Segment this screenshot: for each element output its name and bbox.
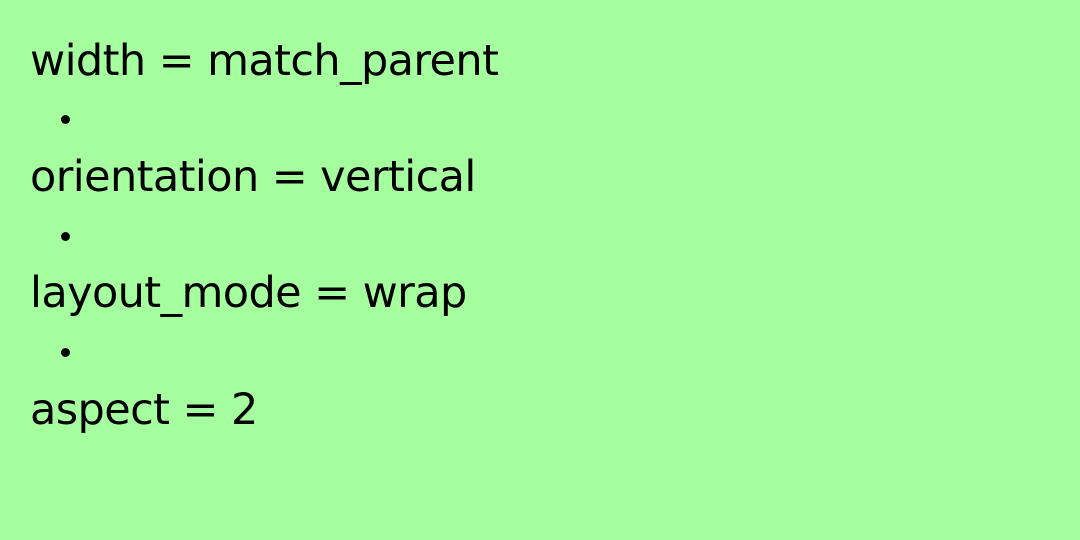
property-aspect: aspect = 2 xyxy=(30,385,258,435)
property-orientation: orientation = vertical xyxy=(30,152,476,202)
bullet-separator-2 xyxy=(61,232,70,241)
bullet-separator-1 xyxy=(61,115,70,124)
bullet-separator-3 xyxy=(61,348,70,357)
property-layout-mode: layout_mode = wrap xyxy=(30,268,467,318)
property-list-canvas: width = match_parent orientation = verti… xyxy=(0,0,1080,540)
property-width: width = match_parent xyxy=(30,36,499,86)
